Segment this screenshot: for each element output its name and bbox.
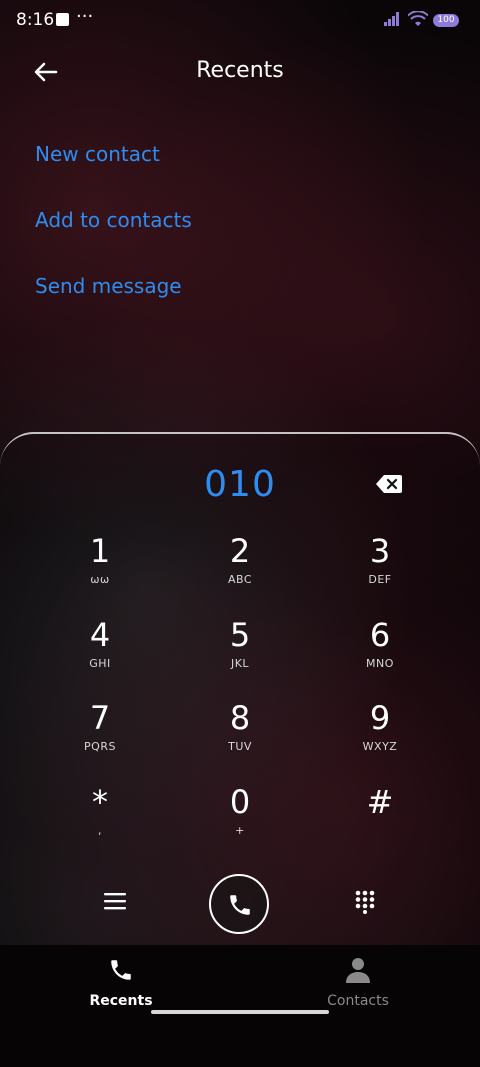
send-message-link[interactable]: Send message — [35, 272, 192, 338]
key-letters: + — [235, 824, 245, 837]
key-2[interactable]: 2 ABC — [170, 533, 310, 613]
page-title: Recents — [196, 58, 284, 83]
key-5[interactable]: 5 JKL — [170, 617, 310, 697]
key-6[interactable]: 6 MNO — [310, 617, 450, 697]
dialpad-toggle-icon[interactable] — [355, 890, 375, 914]
key-digit: 2 — [229, 532, 251, 570]
key-digit: 0 — [229, 783, 251, 821]
key-digit: 4 — [89, 616, 111, 654]
add-to-contacts-link[interactable]: Add to contacts — [35, 206, 192, 272]
key-digit: 9 — [369, 699, 391, 737]
key-digit: 3 — [369, 532, 391, 570]
key-letters: TUV — [228, 740, 252, 753]
home-indicator[interactable] — [151, 1010, 329, 1014]
key-star[interactable]: * , — [30, 784, 170, 864]
voicemail-icon: ωω — [90, 573, 110, 586]
key-0[interactable]: 0 + — [170, 784, 310, 864]
phone-icon — [230, 895, 250, 915]
dialed-number: 010 — [204, 464, 276, 505]
key-letters: JKL — [230, 657, 250, 670]
key-digit: 8 — [229, 699, 251, 737]
tab-recents[interactable]: Recents — [51, 957, 191, 1009]
key-letters: PQRS — [84, 740, 116, 753]
key-4[interactable]: 4 GHI — [30, 617, 170, 697]
key-8[interactable]: 8 TUV — [170, 700, 310, 780]
key-letters: MNO — [366, 657, 394, 670]
key-digit: * — [92, 783, 108, 821]
key-7[interactable]: 7 PQRS — [30, 700, 170, 780]
key-9[interactable]: 9 WXYZ — [310, 700, 450, 780]
key-letters: ABC — [227, 573, 253, 586]
key-letters: WXYZ — [362, 740, 398, 753]
status-bar: 8:16 ··· 100 — [0, 0, 480, 44]
menu-icon[interactable] — [104, 892, 126, 910]
tab-label: Recents — [89, 993, 153, 1009]
backspace-icon[interactable] — [376, 474, 402, 494]
signal-icon — [384, 12, 399, 26]
key-hash[interactable]: # — [310, 784, 450, 864]
app-header: Recents — [0, 44, 480, 100]
key-1[interactable]: 1 ωω — [30, 533, 170, 613]
key-digit: # — [366, 783, 394, 821]
number-actions: New contact Add to contacts Send message — [35, 140, 192, 338]
key-digit: 5 — [229, 616, 251, 654]
tab-label: Contacts — [327, 993, 389, 1009]
key-digit: 1 — [89, 532, 111, 570]
overflow-notifications-icon: ··· — [76, 6, 94, 27]
call-button[interactable] — [209, 874, 269, 934]
person-icon — [346, 958, 370, 983]
key-letters: DEF — [368, 573, 392, 586]
bottom-tab-bar: Recents Contacts — [0, 945, 480, 1067]
tab-contacts[interactable]: Contacts — [288, 957, 428, 1009]
key-digit: 7 — [89, 699, 111, 737]
new-contact-link[interactable]: New contact — [35, 140, 192, 206]
key-letters: GHI — [89, 657, 111, 670]
status-time: 8:16 — [16, 10, 55, 30]
key-letters: , — [98, 824, 102, 837]
wifi-icon — [408, 11, 428, 26]
phone-icon — [111, 960, 131, 980]
notification-icon — [56, 13, 69, 26]
battery-icon: 100 — [433, 14, 459, 27]
key-3[interactable]: 3 DEF — [310, 533, 450, 613]
dialer-toolbar — [0, 870, 480, 934]
key-digit: 6 — [369, 616, 391, 654]
